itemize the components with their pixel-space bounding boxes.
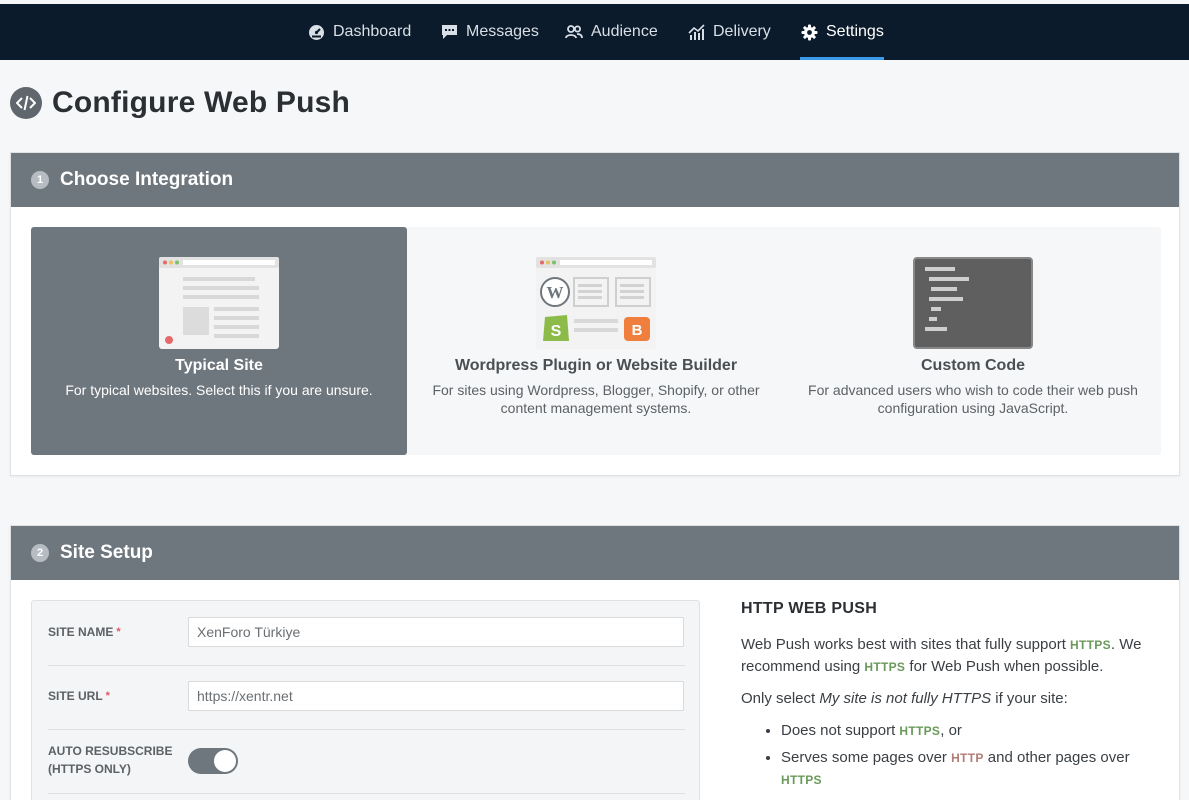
custom-code-illustration (913, 257, 1033, 349)
delivery-icon (687, 23, 705, 41)
svg-text:S: S (551, 323, 562, 340)
page-title: Configure Web Push (52, 86, 351, 119)
site-name-row: SITE NAME * (48, 601, 685, 666)
auto-resubscribe-row: AUTO RESUBSCRIBE (HTTPS ONLY) (48, 730, 685, 794)
site-url-label: SITE URL * (48, 689, 110, 703)
wordpress-title: Wordpress Plugin or Website Builder (454, 357, 738, 374)
typical-site-title: Typical Site (175, 357, 263, 374)
code-icon (10, 87, 42, 119)
site-setup-title: Site Setup (60, 542, 153, 563)
svg-text:B: B (632, 322, 643, 339)
step-badge-1: 1 (31, 171, 49, 189)
wordpress-desc: For sites using Wordpress, Blogger, Shop… (432, 382, 760, 416)
nav-delivery[interactable]: Delivery (687, 4, 771, 60)
required-mark: * (105, 690, 110, 702)
site-setup-card: 2 Site Setup SITE NAME* SITE URL* AUTO R… (10, 525, 1180, 800)
nav-audience[interactable]: Audience (565, 4, 658, 60)
nav-dashboard[interactable]: Dashboard (307, 4, 411, 60)
svg-text:W: W (547, 283, 564, 302)
help-list: Does not support HTTPS, or Serves some p… (781, 720, 1151, 791)
option-wordpress-builder[interactable]: W S B Wordpress Plugin or Website Builde… (408, 227, 784, 455)
help-paragraph-2: Only select My site is not fully HTTPS i… (741, 690, 1068, 707)
site-name-label: SITE NAME * (48, 625, 121, 639)
list-item: Serves some pages over HTTP and other pa… (781, 747, 1151, 791)
auto-resubscribe-toggle[interactable] (188, 748, 238, 774)
choose-integration-header: 1 Choose Integration (11, 153, 1179, 207)
step-badge-2: 2 (31, 544, 49, 562)
gear-icon (800, 23, 818, 41)
choose-integration-title: Choose Integration (60, 169, 234, 190)
nav-dashboard-label: Dashboard (333, 23, 412, 40)
option-custom-code[interactable]: Custom Code For advanced users who wish … (785, 227, 1161, 455)
dashboard-icon (307, 23, 325, 41)
nav-delivery-label: Delivery (713, 23, 771, 40)
site-setup-form: SITE NAME* SITE URL* AUTO RESUBSCRIBE(HT… (31, 600, 700, 800)
list-item: Does not support HTTPS, or (781, 720, 1151, 742)
help-paragraph-1: Web Push works best with sites that full… (741, 636, 1142, 675)
http-web-push-help: HTTP WEB PUSH Web Push works best with s… (741, 600, 1151, 796)
custom-code-desc: For advanced users who wish to code thei… (808, 382, 1138, 416)
toggle-knob (214, 750, 236, 772)
custom-code-title: Custom Code (921, 357, 1025, 374)
nav-audience-label: Audience (591, 23, 658, 40)
nav-settings[interactable]: Settings (800, 4, 884, 60)
auto-resubscribe-label: AUTO RESUBSCRIBE (HTTPS ONLY) (48, 744, 173, 776)
audience-icon (565, 23, 583, 41)
typical-site-illustration (159, 257, 279, 349)
choose-integration-card: 1 Choose Integration Typical Site For ty… (10, 152, 1180, 476)
typical-site-desc: For typical websites. Select this if you… (65, 382, 373, 398)
option-typical-site[interactable]: Typical Site For typical websites. Selec… (31, 227, 407, 455)
site-url-input[interactable] (188, 681, 684, 711)
site-url-row: SITE URL * (48, 666, 685, 730)
help-title: HTTP WEB PUSH (741, 600, 878, 617)
wordpress-illustration: W S B (536, 257, 656, 349)
site-setup-header: 2 Site Setup (11, 526, 1179, 580)
nav-messages-label: Messages (466, 23, 539, 40)
integration-options: Typical Site For typical websites. Selec… (31, 227, 1161, 455)
top-nav: Dashboard Messages Audience Delivery Set… (0, 0, 1189, 60)
nav-settings-label: Settings (826, 23, 884, 40)
required-mark: * (116, 626, 121, 638)
nav-messages[interactable]: Messages (440, 4, 539, 60)
site-name-input[interactable] (188, 617, 684, 647)
messages-icon (440, 23, 458, 41)
page-header: Configure Web Push (10, 86, 350, 120)
